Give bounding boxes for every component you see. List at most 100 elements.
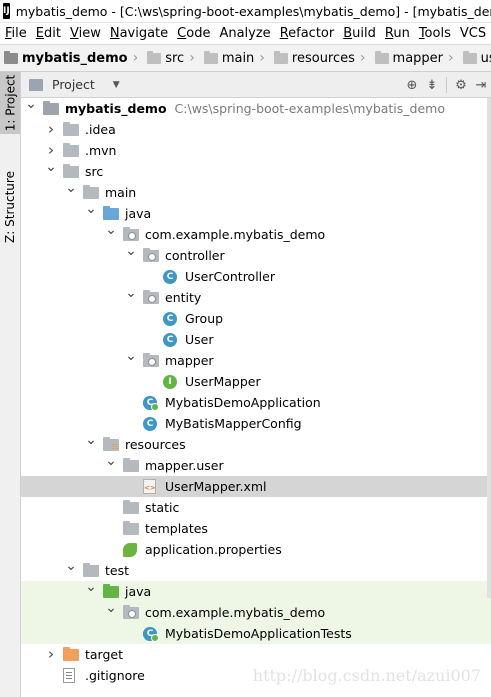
folder-icon xyxy=(147,50,162,64)
chevron-down-icon[interactable]: ⌄ xyxy=(85,201,97,217)
tree-node[interactable]: C UserController xyxy=(21,266,491,287)
tree-node-name: test xyxy=(105,563,130,578)
tree-node[interactable]: ⌄ test xyxy=(21,558,491,581)
menu-item-vcs[interactable]: VCS xyxy=(455,26,490,41)
menu-mnemonic: C xyxy=(177,26,187,41)
tree-node-label: User xyxy=(185,332,214,347)
tree-node-name: .gitignore xyxy=(85,668,145,683)
tree-node-label: .idea xyxy=(85,122,116,137)
tree-node[interactable]: ⌄ src xyxy=(21,159,491,182)
tree-node-name: UserMapper.xml xyxy=(165,479,267,494)
chevron-down-icon[interactable]: ⌄ xyxy=(45,159,57,175)
tree-node-label: .mvn xyxy=(85,143,116,158)
tree-node-name: .idea xyxy=(85,122,116,137)
chevron-right-icon[interactable]: › xyxy=(45,141,57,159)
breadcrumb-item[interactable]: mybatis_demo xyxy=(0,50,128,66)
chevron-down-icon[interactable]: ⌄ xyxy=(85,432,97,448)
tree-node[interactable]: ⌄ controller xyxy=(21,243,491,266)
menu-item-refactor[interactable]: Refactor xyxy=(275,26,339,41)
tree-node[interactable]: ⌄ resources xyxy=(21,432,491,455)
breadcrumb-separator: › xyxy=(448,50,454,66)
breadcrumb-item[interactable]: mapper xyxy=(371,50,443,66)
chevron-down-icon[interactable]: ⌄ xyxy=(105,453,117,469)
menu-item-run[interactable]: Run xyxy=(380,26,414,41)
tree-node-name: UserMapper xyxy=(185,374,261,389)
tree-node[interactable]: static xyxy=(21,497,491,518)
tree-node-label: MyBatisMapperConfig xyxy=(165,416,302,431)
folder-icon xyxy=(83,563,99,577)
tree-node[interactable]: ⌄ com.example.mybatis_demo xyxy=(21,222,491,245)
tree-node-name: com.example.mybatis_demo xyxy=(145,605,326,620)
tree-node-name: MybatisDemoApplication xyxy=(165,395,321,410)
tree-node[interactable]: UserMapper.xml xyxy=(21,476,491,497)
menu-label: iew xyxy=(78,26,101,41)
tree-node-label: .gitignore xyxy=(85,668,145,683)
watermark: http://blog.csdn.net/azui007 xyxy=(252,666,481,685)
menu-item-navigate[interactable]: Navigate xyxy=(105,26,172,41)
breadcrumb-label: resources xyxy=(291,50,355,66)
tree-node[interactable]: ⌄ main xyxy=(21,180,491,203)
collapse-icon[interactable]: ⇟ xyxy=(422,78,442,93)
tree-node[interactable]: ⌄ com.example.mybatis_demo xyxy=(21,600,491,623)
tree-node-name: entity xyxy=(165,290,202,305)
menu-item-code[interactable]: Code xyxy=(172,26,214,41)
project-view-selector[interactable]: Project ▼ xyxy=(29,77,120,92)
chevron-right-icon[interactable]: › xyxy=(45,120,57,138)
tree-node[interactable]: ⌄ java xyxy=(21,579,491,602)
chevron-right-icon[interactable]: › xyxy=(45,645,57,663)
menu-label: ile xyxy=(11,26,27,41)
class-icon: C xyxy=(143,417,157,431)
tree-node[interactable]: I UserMapper xyxy=(21,371,491,392)
gear-icon[interactable]: ⚙ xyxy=(451,78,471,93)
tree-node[interactable]: C User xyxy=(21,329,491,350)
tree-node[interactable]: C MyBatisMapperConfig xyxy=(21,413,491,434)
chevron-down-icon[interactable]: ⌄ xyxy=(65,180,77,196)
tab-structure-label: Z: Structure xyxy=(3,171,17,243)
tree-node[interactable]: templates xyxy=(21,518,491,539)
tree-node[interactable]: ⌄ entity xyxy=(21,285,491,308)
tree-node-name: Group xyxy=(185,311,224,326)
breadcrumb-item[interactable]: main xyxy=(200,50,254,66)
tree-node[interactable]: C MybatisDemoApplicationTests xyxy=(21,623,491,644)
tree-node[interactable]: C Group xyxy=(21,308,491,329)
breadcrumb-separator: › xyxy=(259,50,265,66)
breadcrumb-item[interactable]: resources xyxy=(270,50,355,66)
tree-node[interactable]: ⌄ mapper xyxy=(21,348,491,371)
chevron-down-icon[interactable]: ⌄ xyxy=(105,600,117,616)
chevron-down-icon[interactable]: ⌄ xyxy=(125,348,137,364)
menu-item-view[interactable]: View xyxy=(65,26,105,41)
tree-node[interactable]: ⌄ mybatis_demo C:\ws\spring-boot-examples\… xyxy=(21,98,491,119)
tree-node-label: com.example.mybatis_demo xyxy=(145,605,325,620)
chevron-down-icon[interactable]: ⌄ xyxy=(65,558,77,574)
tree-node[interactable]: C MybatisDemoApplication xyxy=(21,392,491,413)
project-panel-icon xyxy=(29,78,43,91)
menu-item-file[interactable]: File xyxy=(0,26,31,41)
menu-item-analyze[interactable]: Analyze xyxy=(214,26,274,41)
excluded-folder-icon xyxy=(63,647,79,661)
tree-node-label: MybatisDemoApplicationTests xyxy=(165,626,352,641)
menu-item-build[interactable]: Build xyxy=(338,26,380,41)
tree-node[interactable]: ⌄ mapper.user xyxy=(21,453,491,476)
target-icon[interactable]: ⊕ xyxy=(402,78,422,93)
hide-icon[interactable]: ⇥ xyxy=(471,78,491,93)
tree-scrollbar[interactable] xyxy=(487,98,491,598)
tab-project[interactable]: 1: Project xyxy=(0,72,20,134)
chevron-down-icon[interactable]: ⌄ xyxy=(125,243,137,259)
chevron-down-icon[interactable]: ⌄ xyxy=(85,579,97,595)
chevron-down-icon[interactable]: ⌄ xyxy=(105,222,117,238)
tree-node[interactable]: › .mvn xyxy=(21,140,491,161)
tree-node[interactable]: › target xyxy=(21,644,491,665)
tree-node[interactable]: › .idea xyxy=(21,119,491,140)
breadcrumb-item[interactable]: src xyxy=(143,50,184,66)
breadcrumb-label: mybatis_demo xyxy=(22,50,128,66)
project-tree: ⌄ mybatis_demo C:\ws\spring-boot-examples\… xyxy=(21,98,491,697)
tree-node[interactable]: application.properties xyxy=(21,539,491,560)
menu-item-edit[interactable]: Edit xyxy=(31,26,65,41)
menu-item-tools[interactable]: Tools xyxy=(414,26,455,41)
breadcrumb-item[interactable]: user xyxy=(459,50,491,66)
chevron-down-icon[interactable]: ⌄ xyxy=(125,285,137,301)
tree-node[interactable]: ⌄ java xyxy=(21,201,491,224)
tab-structure[interactable]: Z: Structure xyxy=(0,164,20,250)
folder-icon xyxy=(462,50,477,64)
chevron-down-icon[interactable]: ⌄ xyxy=(25,98,37,112)
